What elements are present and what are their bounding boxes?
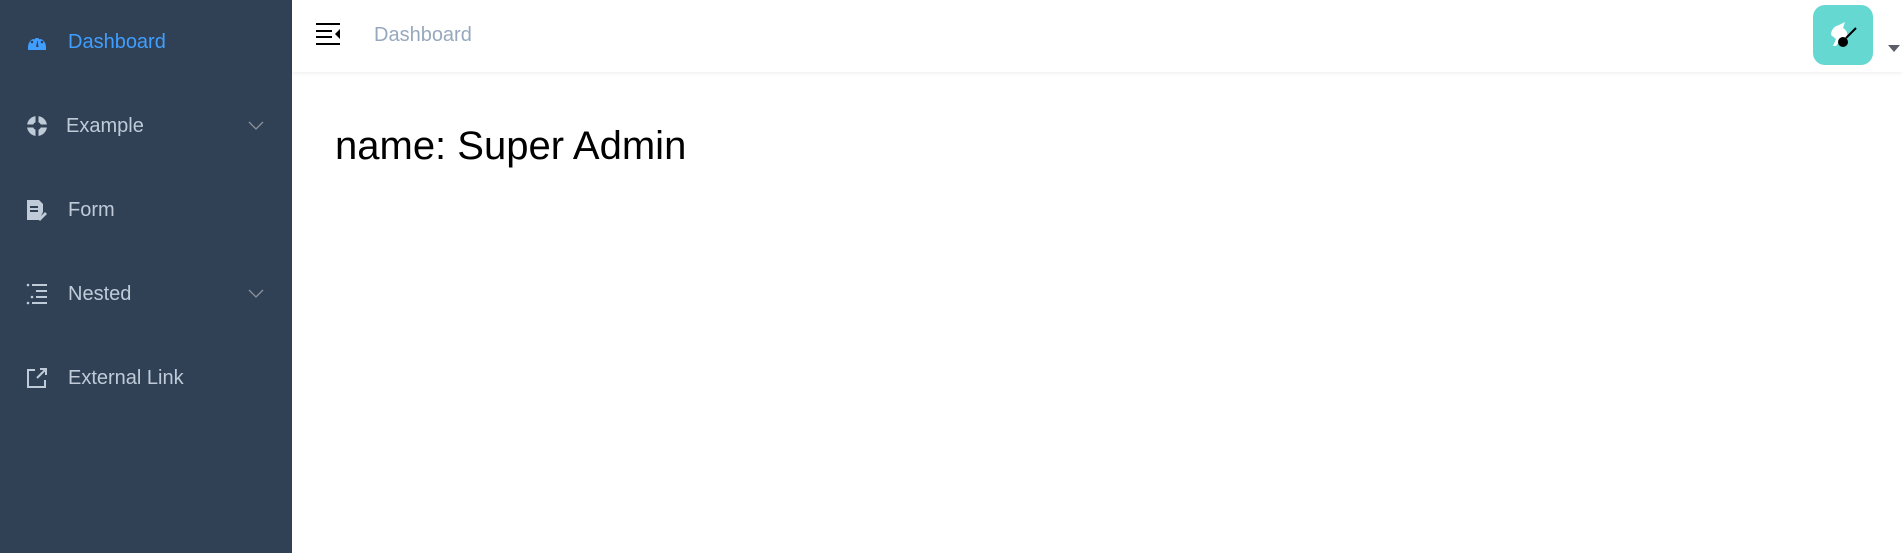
breadcrumb: Dashboard (374, 24, 472, 46)
avatar-image (1831, 22, 1857, 47)
sidebar-item-label: Form (68, 198, 115, 221)
sidebar-item-external-link[interactable]: External Link (0, 336, 292, 420)
nested-icon (26, 283, 47, 305)
sidebar-item-label: Nested (68, 282, 132, 305)
navbar: Dashboard (292, 0, 1902, 72)
dashboard-text: name: Super Admin (335, 124, 687, 168)
sidebar-item-label: External Link (68, 366, 184, 389)
dashboard-icon (28, 36, 46, 50)
main-content: name: Super Admin (292, 72, 1902, 553)
form-icon (27, 200, 47, 221)
sidebar-item-label: Dashboard (68, 30, 166, 53)
chevron-down-icon (248, 121, 264, 130)
external-link-icon (27, 368, 47, 388)
example-icon (26, 115, 48, 137)
sidebar: Dashboard Example Form Nested External L… (0, 0, 292, 553)
sidebar-item-form[interactable]: Form (0, 168, 292, 252)
sidebar-item-label: Example (66, 114, 144, 137)
caret-down-icon[interactable] (1888, 45, 1900, 52)
chevron-down-icon (248, 289, 264, 298)
hamburger-icon[interactable] (316, 23, 340, 45)
sidebar-item-example[interactable]: Example (0, 84, 292, 168)
sidebar-item-nested[interactable]: Nested (0, 252, 292, 336)
sidebar-item-dashboard[interactable]: Dashboard (0, 0, 292, 84)
avatar[interactable] (1813, 5, 1873, 65)
